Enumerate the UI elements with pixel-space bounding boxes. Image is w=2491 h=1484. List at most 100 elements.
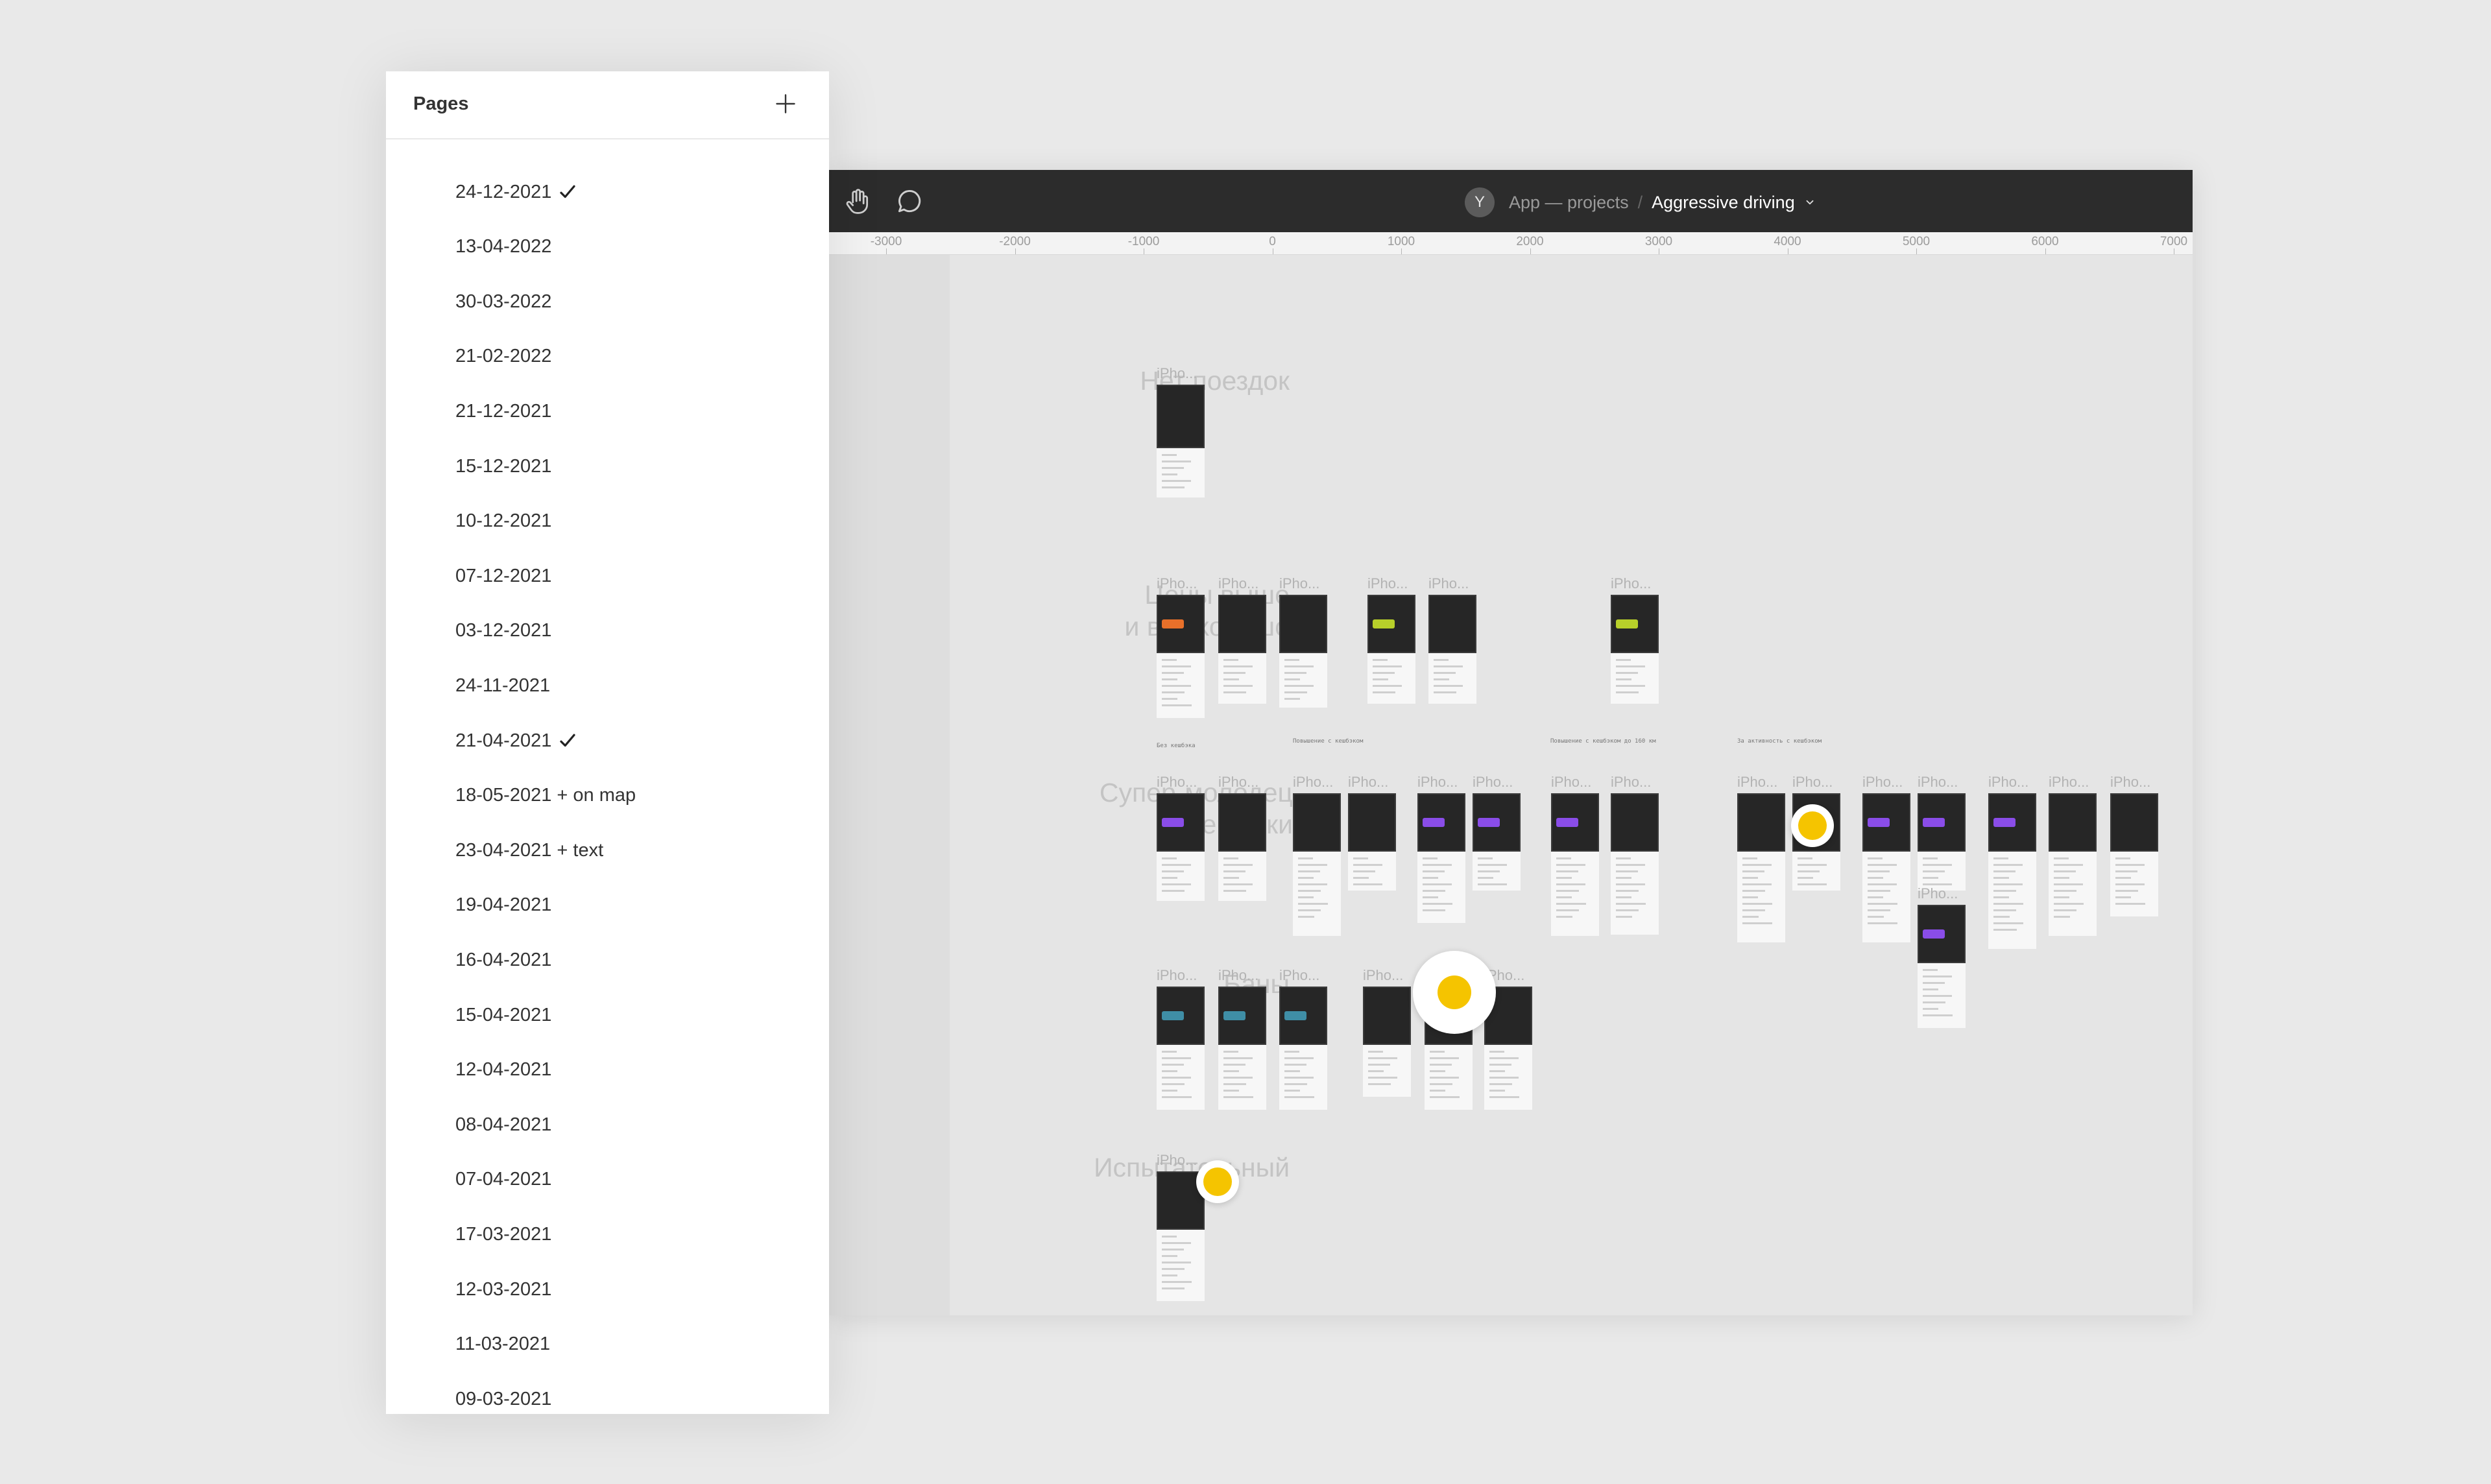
phone-frame-content xyxy=(1425,1045,1473,1110)
text-placeholder xyxy=(2115,853,2153,909)
page-item[interactable]: 07-04-2021 xyxy=(386,1153,829,1207)
page-item[interactable]: 08-04-2021 xyxy=(386,1097,829,1152)
phone-frame[interactable] xyxy=(1918,905,1966,1028)
page-item[interactable]: 11-03-2021 xyxy=(386,1317,829,1372)
page-item[interactable]: 03-12-2021 xyxy=(386,604,829,658)
horizontal-ruler: -3000 -2000 -1000 0 1000 2000 3000 4000 5000 6000… xyxy=(829,232,2193,255)
phone-frame[interactable] xyxy=(1428,595,1476,704)
ruler-label: 7000 xyxy=(2160,235,2188,248)
page-item[interactable]: 21-04-2021 xyxy=(386,713,829,768)
text-placeholder xyxy=(1616,853,1654,922)
page-item[interactable]: 10-12-2021 xyxy=(386,494,829,549)
frame-label: iPho... xyxy=(1428,575,1469,592)
phone-frame[interactable] xyxy=(1611,793,1659,935)
page-item[interactable]: 12-04-2021 xyxy=(386,1043,829,1097)
page-item[interactable]: 09-03-2021 xyxy=(386,1372,829,1426)
phone-frame[interactable] xyxy=(1279,987,1327,1110)
pages-header: Pages xyxy=(386,71,829,139)
phone-frame[interactable] xyxy=(1157,793,1205,901)
ruler-label: -2000 xyxy=(999,235,1031,248)
frame-label: iPho... xyxy=(1551,774,1592,790)
phone-frame[interactable] xyxy=(1157,987,1205,1110)
page-item[interactable]: 21-12-2021 xyxy=(386,384,829,438)
phone-frame-content xyxy=(2110,852,2158,916)
phone-frame[interactable] xyxy=(1218,595,1266,704)
accent-badge xyxy=(1373,619,1395,628)
phone-frame[interactable] xyxy=(1737,793,1785,942)
text-placeholder xyxy=(1434,654,1471,698)
coin-badge xyxy=(1196,1160,1239,1203)
chevron-down-icon[interactable] xyxy=(1804,197,1816,208)
phone-frame-screen xyxy=(1279,595,1327,653)
phone-frame[interactable] xyxy=(1218,793,1266,901)
phone-frame[interactable] xyxy=(1611,595,1659,704)
phone-frame[interactable] xyxy=(1218,987,1266,1110)
phone-frame-content xyxy=(1428,653,1476,704)
phone-frame-content xyxy=(1367,653,1415,704)
page-item[interactable]: 23-04-2021 + text xyxy=(386,823,829,878)
accent-badge xyxy=(1556,817,1578,827)
phone-frame-screen xyxy=(1428,595,1476,653)
page-item-label: 10-12-2021 xyxy=(455,510,552,532)
frame-label: iPho... xyxy=(1918,774,1958,790)
phone-frame[interactable] xyxy=(2049,793,2097,936)
page-item[interactable]: 16-04-2021 xyxy=(386,933,829,987)
avatar[interactable]: Y xyxy=(1465,187,1495,217)
phone-frame-screen xyxy=(1157,385,1205,448)
phone-frame[interactable] xyxy=(1862,793,1910,942)
phone-frame-content xyxy=(1157,1230,1205,1301)
phone-frame[interactable] xyxy=(1473,793,1521,891)
checkmark-icon xyxy=(560,734,575,747)
phone-frame[interactable] xyxy=(1157,1171,1205,1301)
phone-frame-content xyxy=(1918,963,1966,1028)
page-item[interactable]: 13-04-2022 xyxy=(386,220,829,274)
file-name[interactable]: Aggressive driving xyxy=(1652,193,1795,213)
coin-badge xyxy=(1791,804,1834,847)
phone-frame-content xyxy=(1157,1045,1205,1110)
frame-label: iPho... xyxy=(1988,774,2029,790)
page-item[interactable]: 15-04-2021 xyxy=(386,988,829,1042)
canvas-offscreen-area xyxy=(829,255,950,1315)
page-item[interactable]: 24-12-2021 xyxy=(386,165,829,219)
hand-icon[interactable] xyxy=(843,187,872,215)
page-item[interactable]: 19-04-2021 xyxy=(386,878,829,933)
phone-frame[interactable] xyxy=(1293,793,1341,936)
phone-frame[interactable] xyxy=(1367,595,1415,704)
phone-frame[interactable] xyxy=(2110,793,2158,916)
phone-frame[interactable] xyxy=(1988,793,2036,949)
frame-label: iPho... xyxy=(1157,774,1197,790)
page-item[interactable]: 24-11-2021 xyxy=(386,658,829,713)
phone-frame-content xyxy=(1611,852,1659,935)
text-placeholder xyxy=(1162,1046,1199,1103)
plus-icon[interactable] xyxy=(774,92,797,115)
phone-frame-screen xyxy=(2110,793,2158,852)
phone-frame[interactable] xyxy=(1348,793,1396,891)
comment-icon[interactable] xyxy=(895,187,924,215)
page-item[interactable]: 07-12-2021 xyxy=(386,549,829,603)
page-item-label: 30-03-2022 xyxy=(455,291,552,312)
page-item[interactable]: 17-03-2021 xyxy=(386,1207,829,1262)
canvas[interactable]: Нет поездок Цены выше и всё хорошо Супер-… xyxy=(829,255,2193,1315)
accent-badge xyxy=(1868,817,1890,827)
page-item[interactable]: 30-03-2022 xyxy=(386,274,829,329)
page-item[interactable]: 18-05-2021 + on map xyxy=(386,769,829,823)
text-placeholder xyxy=(1478,853,1515,890)
phone-frame[interactable] xyxy=(1551,793,1599,936)
phone-frame[interactable] xyxy=(1157,595,1205,718)
phone-frame[interactable] xyxy=(1417,793,1465,923)
accent-badge xyxy=(1284,1011,1306,1020)
project-name[interactable]: App — projects xyxy=(1509,193,1629,213)
phone-frame[interactable] xyxy=(1918,793,1966,891)
frame-note: Повышение с кешбэком xyxy=(1293,738,1364,745)
frame-label: iPho... xyxy=(1363,967,1404,983)
phone-frame-content xyxy=(1157,448,1205,497)
page-item[interactable]: 21-02-2022 xyxy=(386,329,829,384)
phone-frame[interactable] xyxy=(1157,385,1205,497)
phone-frame-content xyxy=(1792,852,1840,891)
phone-frame[interactable] xyxy=(1363,987,1411,1097)
page-item[interactable]: 12-03-2021 xyxy=(386,1262,829,1317)
phone-frame[interactable] xyxy=(1279,595,1327,708)
phone-frame-content xyxy=(1293,852,1341,936)
checkmark-icon xyxy=(560,185,575,198)
page-item[interactable]: 15-12-2021 xyxy=(386,439,829,494)
